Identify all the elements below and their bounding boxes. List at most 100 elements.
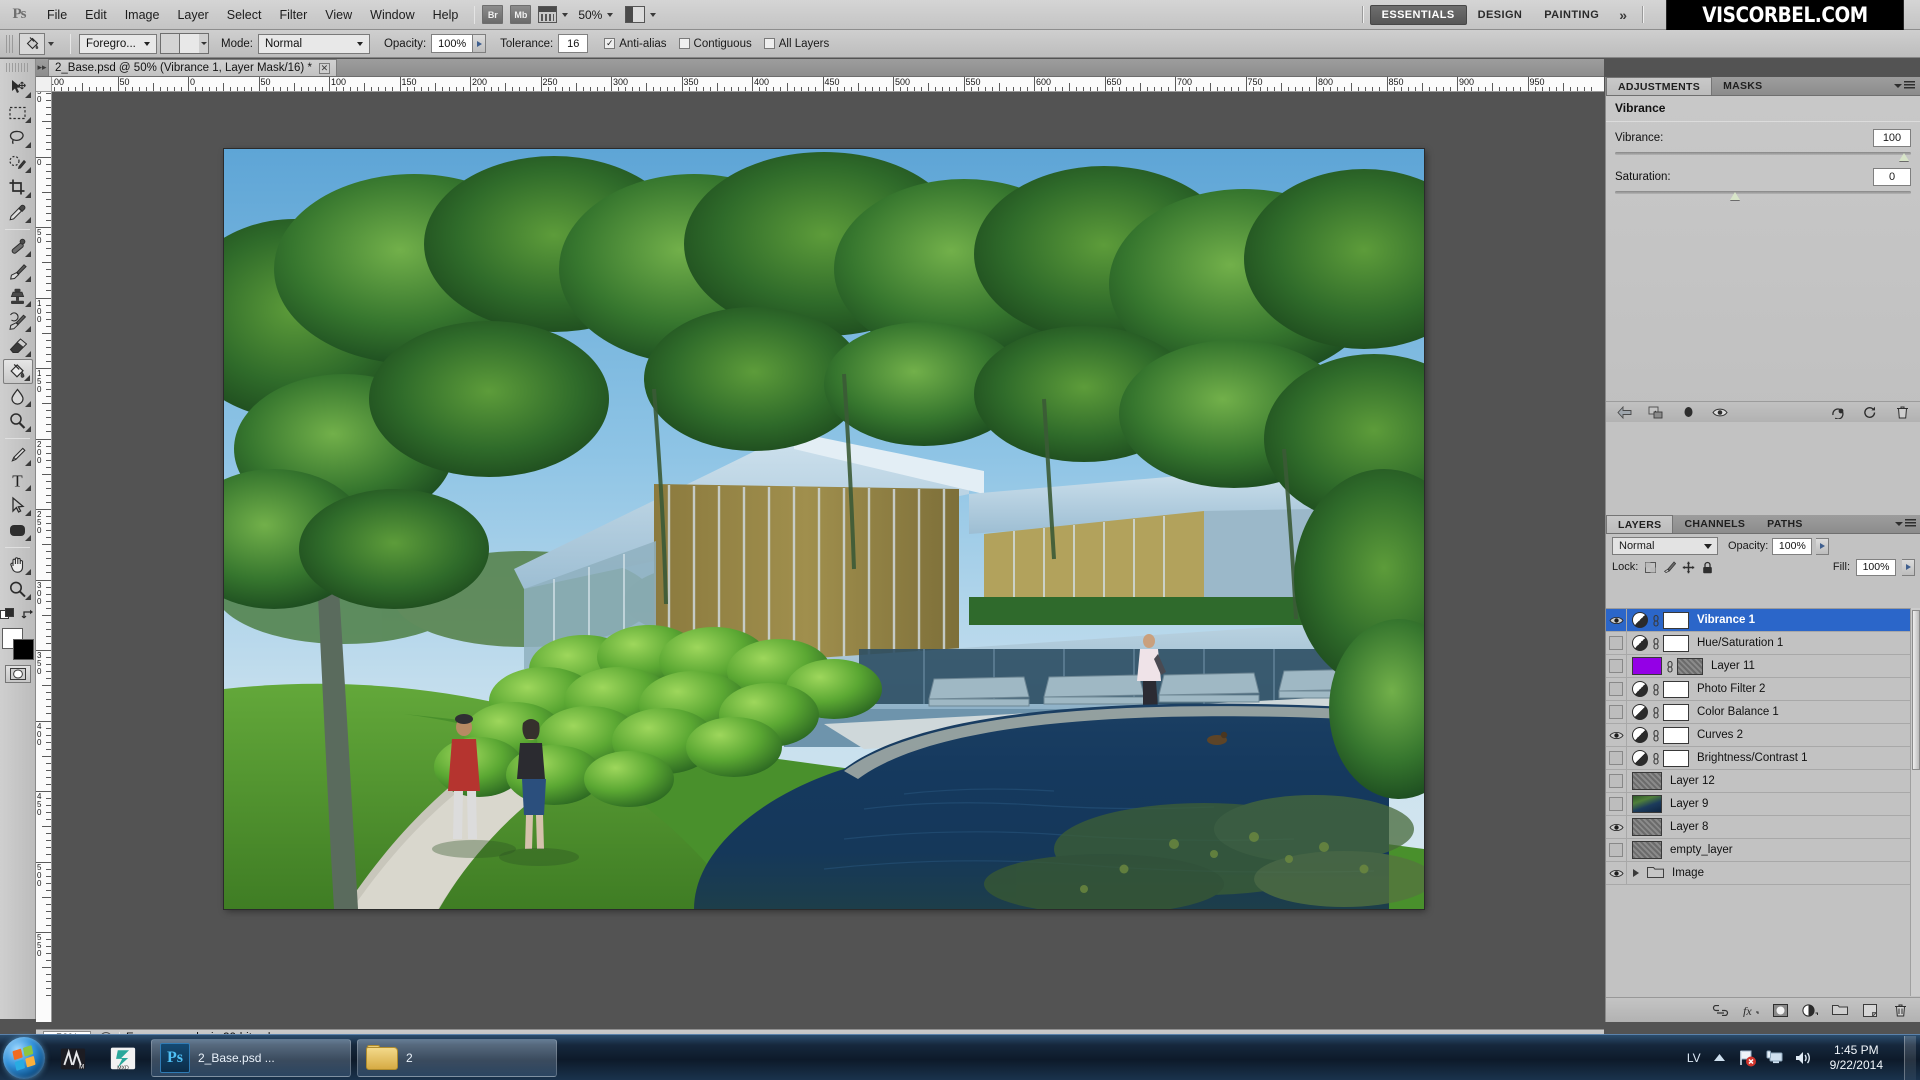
link-icon[interactable] — [1651, 613, 1660, 628]
blur-tool[interactable] — [3, 384, 33, 409]
opacity-input[interactable]: 100% — [431, 34, 474, 53]
toolbar-grip[interactable] — [6, 63, 29, 72]
tab-adjustments[interactable]: ADJUSTMENTS — [1606, 77, 1713, 95]
type-tool[interactable]: T — [3, 468, 33, 493]
tab-masks[interactable]: MASKS — [1712, 77, 1773, 95]
blend-mode-select[interactable]: Normal — [257, 33, 370, 54]
taskbar-maya-icon[interactable]: M — [51, 1039, 95, 1077]
layer-list[interactable]: Vibrance 1 Hue/Saturation 1 Layer 11 Pho… — [1606, 608, 1920, 996]
eyedropper-tool[interactable] — [3, 200, 33, 225]
show-desktop-button[interactable] — [1904, 1035, 1916, 1080]
tab-strip-grip[interactable]: ▸▸ — [36, 58, 48, 76]
layer-mask-thumbnail[interactable] — [1663, 703, 1689, 721]
layer-row-layer-9[interactable]: Layer 9 — [1606, 792, 1920, 816]
menu-view[interactable]: View — [316, 4, 361, 26]
language-indicator[interactable]: LV — [1687, 1051, 1701, 1065]
layers-panel-menu-icon[interactable] — [1895, 519, 1916, 528]
horizontal-ruler[interactable]: 1005005010015020025030035040045050055060… — [52, 77, 1604, 92]
layer-thumbnail[interactable] — [1632, 841, 1662, 859]
link-icon[interactable] — [1651, 728, 1660, 743]
action-center-flag-icon[interactable] — [1738, 1048, 1757, 1067]
eraser-tool[interactable] — [3, 334, 33, 359]
show-hidden-icons-icon[interactable] — [1710, 1048, 1729, 1067]
return-to-adjustment-list-icon[interactable] — [1613, 404, 1635, 420]
background-color-swatch[interactable] — [12, 639, 34, 660]
layer-row-hue-saturation-1[interactable]: Hue/Saturation 1 — [1606, 631, 1920, 655]
network-icon[interactable] — [1766, 1048, 1785, 1067]
delete-layer-icon[interactable] — [1891, 1002, 1909, 1019]
layers-scrollbar[interactable] — [1910, 608, 1920, 996]
link-layers-icon[interactable] — [1711, 1002, 1729, 1019]
menu-file[interactable]: File — [38, 4, 76, 26]
reset-to-previous-icon[interactable] — [1827, 404, 1849, 420]
saturation-slider-thumb[interactable] — [1730, 192, 1741, 200]
layer-thumbnail[interactable] — [1632, 657, 1662, 675]
tool-preset-chevron-down-icon[interactable] — [48, 41, 54, 46]
taskbar-clock[interactable]: 1:45 PM 9/22/2014 — [1822, 1043, 1891, 1073]
taskbar-photoshop-item[interactable]: Ps 2_Base.psd ... — [151, 1038, 351, 1077]
menu-filter[interactable]: Filter — [270, 4, 316, 26]
layer-row-curves-2[interactable]: Curves 2 — [1606, 723, 1920, 747]
clone-stamp-tool[interactable] — [3, 284, 33, 309]
layer-row-layer-11[interactable]: Layer 11 — [1606, 654, 1920, 678]
contiguous-checkbox[interactable] — [678, 38, 690, 49]
marquee-tool[interactable] — [3, 100, 33, 125]
preview-eye-icon[interactable] — [1709, 404, 1731, 420]
menu-layer[interactable]: Layer — [168, 4, 217, 26]
layer-row-image-group[interactable]: Image — [1606, 861, 1920, 885]
layer-row-brightness-contrast-1[interactable]: Brightness/Contrast 1 — [1606, 746, 1920, 770]
new-group-icon[interactable] — [1831, 1002, 1849, 1019]
pen-tool[interactable] — [3, 443, 33, 468]
hand-tool[interactable] — [3, 552, 33, 577]
tab-paths[interactable]: PATHS — [1756, 515, 1814, 533]
layer-row-color-balance-1[interactable]: Color Balance 1 — [1606, 700, 1920, 724]
menu-select[interactable]: Select — [218, 4, 271, 26]
menu-window[interactable]: Window — [361, 4, 423, 26]
layer-visibility-toggle[interactable] — [1606, 815, 1627, 839]
link-icon[interactable] — [1651, 751, 1660, 766]
lasso-tool[interactable] — [3, 125, 33, 150]
contiguous-option[interactable]: Contiguous — [678, 38, 752, 50]
menu-image[interactable]: Image — [116, 4, 169, 26]
new-layer-icon[interactable] — [1861, 1002, 1879, 1019]
workspace-painting[interactable]: PAINTING — [1533, 6, 1610, 24]
layers-scroll-thumb[interactable] — [1912, 610, 1920, 770]
layer-opacity-input[interactable]: 100% — [1772, 537, 1813, 555]
vibrance-value[interactable]: 100 — [1873, 129, 1911, 147]
launch-bridge-button[interactable]: Br — [482, 5, 504, 24]
link-icon[interactable] — [1651, 682, 1660, 697]
layer-thumbnail[interactable] — [1632, 772, 1662, 790]
new-adjustment-layer-icon[interactable] — [1801, 1002, 1819, 1019]
quick-selection-tool[interactable] — [3, 150, 33, 175]
taskbar-mudbox-icon[interactable]: MXD — [101, 1039, 145, 1077]
layer-visibility-toggle[interactable] — [1606, 723, 1627, 747]
color-swatches[interactable] — [1, 627, 35, 661]
layer-mask-thumbnail[interactable] — [1663, 680, 1689, 698]
fill-source-select[interactable]: Foregro... — [79, 33, 157, 54]
zoom-tool[interactable] — [3, 577, 33, 602]
add-mask-icon[interactable] — [1771, 1002, 1789, 1019]
options-bar-grip[interactable] — [6, 34, 13, 53]
layer-fill-slider-button[interactable] — [1902, 558, 1915, 576]
all-layers-checkbox[interactable] — [763, 38, 775, 49]
layer-visibility-toggle[interactable] — [1606, 838, 1627, 862]
layer-fill-input[interactable]: 100% — [1856, 558, 1896, 576]
adjustments-panel-menu-icon[interactable] — [1894, 81, 1915, 90]
anti-alias-checkbox[interactable] — [604, 38, 616, 49]
tab-layers[interactable]: LAYERS — [1606, 515, 1674, 533]
view-extras-icon[interactable] — [538, 6, 558, 23]
tolerance-input[interactable]: 16 — [558, 34, 589, 53]
layer-visibility-toggle[interactable] — [1606, 609, 1627, 632]
brush-tool[interactable] — [3, 259, 33, 284]
vibrance-slider-thumb[interactable] — [1899, 153, 1910, 161]
view-extras-chevron-down-icon[interactable] — [562, 12, 569, 17]
layer-visibility-toggle[interactable] — [1606, 700, 1627, 724]
reset-adjustment-icon[interactable] — [1859, 404, 1881, 420]
layer-mask-thumbnail[interactable] — [1663, 749, 1689, 767]
volume-icon[interactable] — [1794, 1048, 1813, 1067]
layer-visibility-toggle[interactable] — [1606, 677, 1627, 701]
clip-to-layer-icon[interactable] — [1645, 404, 1667, 420]
layer-blend-mode-select[interactable]: Normal — [1612, 537, 1718, 555]
layer-mask-thumbnail[interactable] — [1663, 634, 1689, 652]
layer-visibility-toggle[interactable] — [1606, 631, 1627, 655]
